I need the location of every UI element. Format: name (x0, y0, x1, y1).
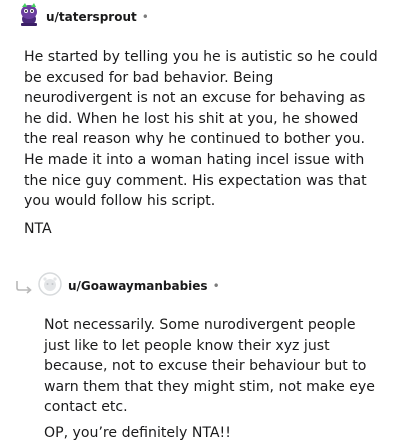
comment-paragraph: Not necessarily. Some nurodivergent peop… (44, 317, 375, 416)
reply-arrow-icon (14, 279, 34, 294)
username[interactable]: u/tatersprout (46, 10, 137, 24)
comment-paragraph: He started by telling you he is autistic… (24, 49, 378, 210)
comment-paragraph: NTA (24, 220, 52, 237)
comment-body: Not necessarily. Some nurodivergent peop… (44, 315, 384, 444)
comment: u/tatersprout • He started by telling yo… (0, 3, 400, 237)
reply-comment: u/Goawaymanbabies • Not necessarily. Som… (0, 272, 400, 441)
comment-header: u/Goawaymanbabies • (14, 272, 400, 300)
comment-header: u/tatersprout • (18, 3, 400, 31)
default-avatar-icon[interactable] (38, 272, 62, 300)
username[interactable]: u/Goawaymanbabies (68, 279, 208, 293)
comment-paragraph: OP, you’re definitely NTA!! (44, 424, 231, 441)
separator-dot: • (141, 10, 149, 24)
comment-body: He started by telling you he is autistic… (24, 47, 380, 239)
snoo-avatar-icon[interactable] (18, 3, 40, 31)
separator-dot: • (212, 279, 220, 293)
